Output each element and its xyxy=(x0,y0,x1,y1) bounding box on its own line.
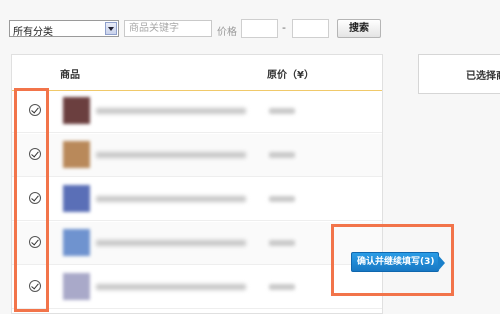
table-row[interactable] xyxy=(12,222,382,265)
product-name-redacted xyxy=(96,240,246,246)
column-header-product: 商品 xyxy=(60,70,80,81)
table-row[interactable] xyxy=(12,266,382,309)
column-header-price: 原价（¥） xyxy=(267,70,314,81)
product-name-redacted xyxy=(96,152,246,158)
selected-panel-title: 已选择商品 xyxy=(466,71,500,82)
product-price-redacted xyxy=(269,284,295,290)
product-price-redacted xyxy=(269,196,295,202)
table-row[interactable] xyxy=(12,90,382,133)
product-thumbnail xyxy=(63,141,90,168)
product-name-redacted xyxy=(96,108,246,114)
keyword-input[interactable] xyxy=(124,20,212,37)
price-label: 价格 xyxy=(217,27,237,38)
table-row[interactable] xyxy=(12,134,382,177)
product-thumbnail xyxy=(63,185,90,212)
selected-items-panel: 已选择商品 xyxy=(418,54,500,94)
product-name-redacted xyxy=(96,284,246,290)
product-table: 商品 原价（¥） xyxy=(11,54,383,314)
product-price-redacted xyxy=(269,108,295,114)
search-button[interactable]: 搜索 xyxy=(337,19,381,38)
category-select-value: 所有分类 xyxy=(13,27,53,38)
product-name-redacted xyxy=(96,196,246,202)
price-min-input[interactable] xyxy=(241,19,278,38)
category-select[interactable]: 所有分类 xyxy=(9,20,119,38)
table-row[interactable] xyxy=(12,178,382,221)
product-price-redacted xyxy=(269,240,295,246)
price-separator: - xyxy=(282,21,286,34)
product-price-redacted xyxy=(269,152,295,158)
price-max-input[interactable] xyxy=(292,19,329,38)
checkbox-column-highlight xyxy=(14,88,49,312)
table-header: 商品 原价（¥） xyxy=(12,55,382,91)
chevron-down-icon[interactable] xyxy=(105,22,117,35)
product-thumbnail xyxy=(63,229,90,256)
product-thumbnail xyxy=(63,273,90,300)
confirm-continue-button[interactable]: 确认并继续填写(3) xyxy=(351,252,445,272)
product-thumbnail xyxy=(63,97,90,124)
filter-bar: 所有分类 价格 - 搜索 xyxy=(0,0,500,44)
